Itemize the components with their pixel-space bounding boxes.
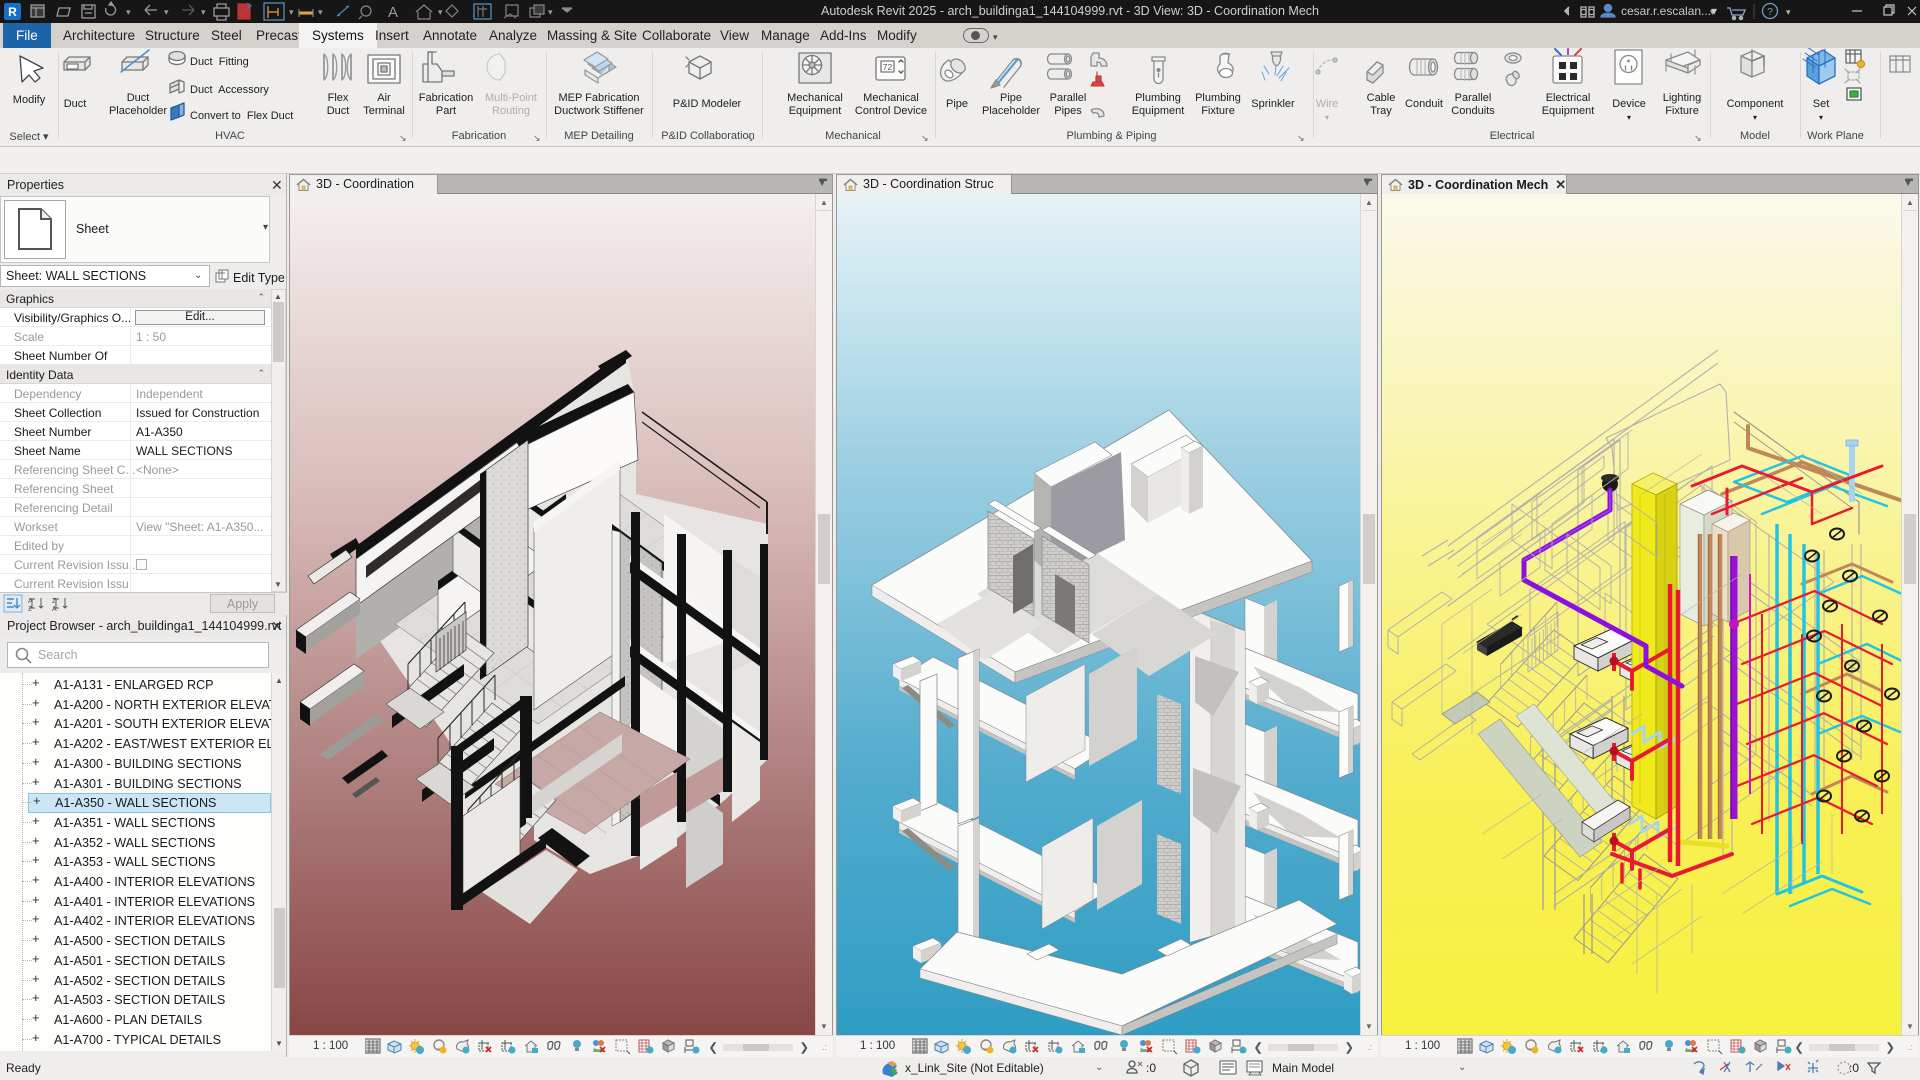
svg-text:72: 72 xyxy=(883,62,893,72)
svg-text:Z: Z xyxy=(52,598,57,605)
svg-text:▾: ▾ xyxy=(164,7,169,17)
svg-text:▾: ▾ xyxy=(201,7,206,17)
svg-text:A: A xyxy=(28,598,33,605)
svg-text:▾: ▾ xyxy=(126,7,131,17)
svg-text:Z: Z xyxy=(28,606,33,613)
svg-text:A: A xyxy=(52,606,57,613)
svg-text:R: R xyxy=(8,5,17,19)
